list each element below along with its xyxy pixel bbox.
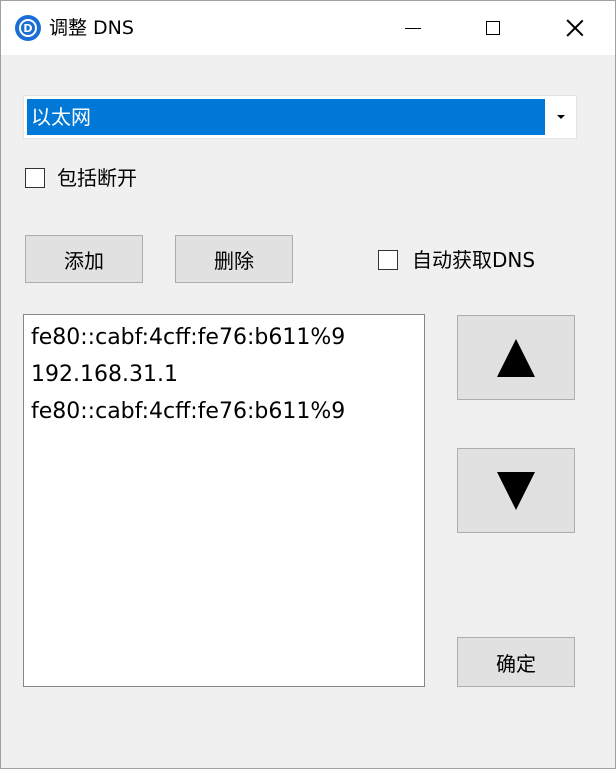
auto-dns-label[interactable]: 自动获取DNS bbox=[412, 247, 535, 273]
list-item[interactable]: fe80::cabf:4cff:fe76:b611%9 bbox=[31, 393, 424, 430]
dropdown-arrow-button[interactable] bbox=[546, 96, 576, 138]
close-icon bbox=[566, 19, 584, 37]
window-title: 调整 DNS bbox=[49, 17, 134, 39]
adjust-dns-window: D 调整 DNS 以太网 包括断开 添加 删除 自动获取DNS fe80::ca… bbox=[0, 0, 616, 769]
delete-button[interactable]: 删除 bbox=[175, 235, 293, 283]
dns-server-list[interactable]: fe80::cabf:4cff:fe76:b611%9 192.168.31.1… bbox=[23, 314, 425, 687]
minimize-icon bbox=[405, 27, 421, 29]
maximize-icon bbox=[486, 21, 500, 35]
triangle-up-icon bbox=[497, 338, 535, 377]
title-bar[interactable]: D 调整 DNS bbox=[1, 1, 615, 55]
auto-dns-checkbox[interactable] bbox=[378, 250, 398, 270]
network-adapter-dropdown[interactable]: 以太网 bbox=[23, 95, 577, 139]
triangle-down-icon bbox=[497, 471, 535, 510]
list-item[interactable]: fe80::cabf:4cff:fe76:b611%9 bbox=[31, 319, 424, 356]
close-button[interactable] bbox=[537, 1, 613, 55]
network-adapter-selected: 以太网 bbox=[27, 99, 545, 135]
minimize-button[interactable] bbox=[375, 1, 451, 55]
add-button[interactable]: 添加 bbox=[25, 235, 143, 283]
list-item[interactable]: 192.168.31.1 bbox=[31, 356, 424, 393]
ok-button[interactable]: 确定 bbox=[457, 637, 575, 687]
move-up-button[interactable] bbox=[457, 315, 575, 400]
include-disconnected-checkbox[interactable] bbox=[25, 168, 45, 188]
move-down-button[interactable] bbox=[457, 448, 575, 533]
include-disconnected-label[interactable]: 包括断开 bbox=[57, 165, 137, 191]
app-icon-letter: D bbox=[23, 21, 33, 35]
maximize-button[interactable] bbox=[455, 1, 531, 55]
app-d-icon: D bbox=[15, 15, 41, 41]
chevron-down-icon bbox=[557, 115, 565, 119]
